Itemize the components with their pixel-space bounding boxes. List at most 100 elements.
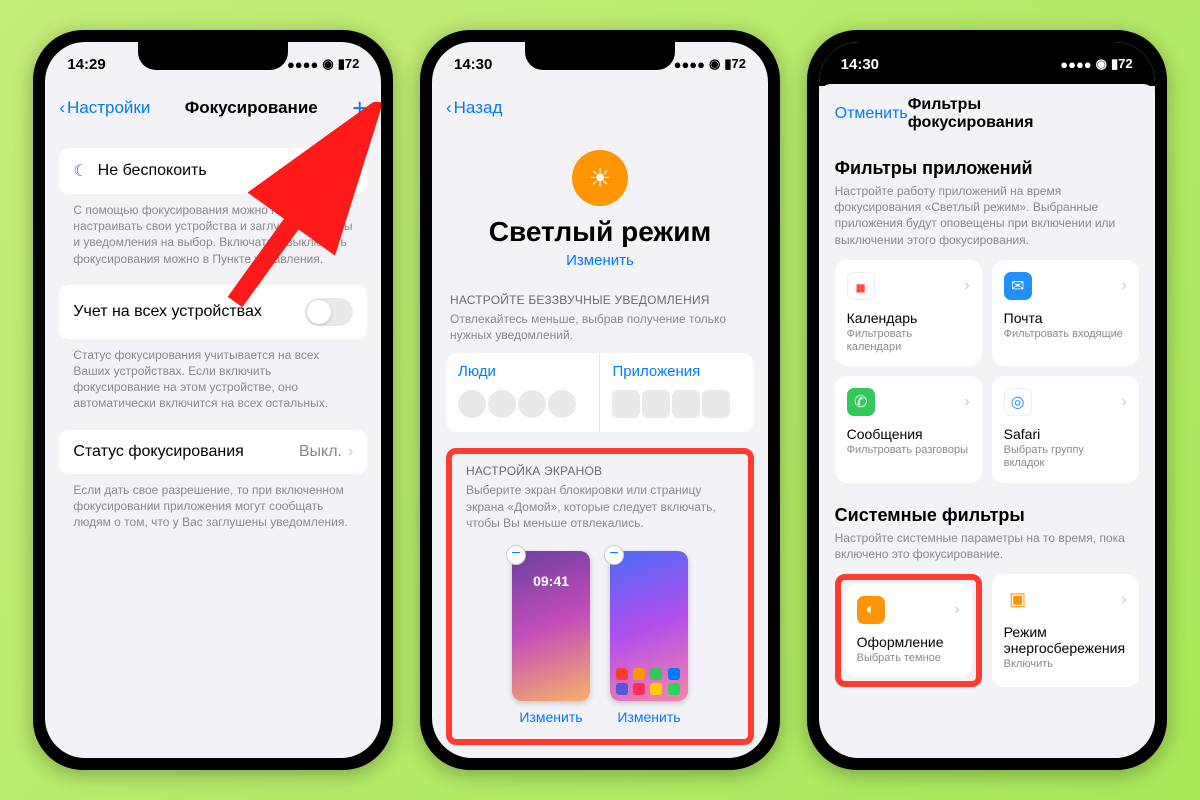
nav-bar: ‹ Настройки Фокусирование + <box>45 86 381 130</box>
card-sub: Фильтровать календари <box>847 328 970 354</box>
autoenable-header: АВТОВКЛЮЧЕНИЕ <box>446 745 754 758</box>
remove-badge-icon[interactable]: − <box>604 545 624 565</box>
cell-signal-icon: ●●●● <box>287 57 318 72</box>
change-focus-link[interactable]: Изменить <box>446 252 754 269</box>
chevron-right-icon: › <box>348 443 353 461</box>
card-title: Почта <box>1004 310 1127 326</box>
dnd-label: Не беспокоить <box>98 162 207 180</box>
app-filters-header: Фильтры приложений <box>835 158 1139 179</box>
battery-icon: ▣ <box>1004 586 1032 614</box>
phone-frame-2: 14:30 ●●●● ◉ ▮72 ‹ Назад ☀ Светлый режим… <box>420 30 780 770</box>
share-description: Статус фокусирования учитывается на всех… <box>59 339 367 430</box>
edit-lock-link[interactable]: Изменить <box>519 709 582 725</box>
card-sub: Фильтровать входящие <box>1004 328 1127 341</box>
system-filters-sub: Настройте системные параметры на то врем… <box>835 530 1139 562</box>
card-title: Safari <box>1004 426 1127 442</box>
status-icons: ●●●● ◉ ▮72 <box>674 56 746 72</box>
chevron-left-icon: ‹ <box>59 98 65 118</box>
screen-previews: − 09:41 Изменить − Изме <box>462 551 738 725</box>
cancel-button[interactable]: Отменить <box>835 105 908 123</box>
mail-icon: ✉ <box>1004 272 1032 300</box>
notch <box>138 42 288 70</box>
lock-screen-preview[interactable]: − 09:41 Изменить <box>508 551 594 725</box>
messages-icon: ✆ <box>847 388 875 416</box>
messages-filter-card[interactable]: ✆ › Сообщения Фильтровать разговоры <box>835 376 982 482</box>
card-title: Режим энергосбережения <box>1004 624 1127 656</box>
status-value: Выкл. <box>299 443 342 461</box>
system-filters-header: Системные фильтры <box>835 505 1139 526</box>
mail-filter-card[interactable]: ✉ › Почта Фильтровать входящие <box>992 260 1139 366</box>
clock: 14:29 <box>67 56 105 73</box>
sheet-body[interactable]: Фильтры приложений Настройте работу прил… <box>819 144 1155 687</box>
focus-mode-icon: ☀ <box>572 150 628 206</box>
back-button[interactable]: ‹ Назад <box>446 98 502 118</box>
back-label: Назад <box>454 98 503 118</box>
safari-icon: ◎ <box>1004 388 1032 416</box>
silent-notif-sub: Отвлекайтесь меньше, выбрав получение то… <box>446 311 754 353</box>
back-label: Настройки <box>67 98 150 118</box>
share-across-devices-row: Учет на всех устройствах <box>59 285 367 339</box>
card-title: Сообщения <box>847 426 970 442</box>
add-button[interactable]: + <box>352 93 367 124</box>
card-sub: Фильтровать разговоры <box>847 444 970 457</box>
dnd-row[interactable]: ☾ Не беспокоить › <box>59 148 367 194</box>
clock: 14:30 <box>841 56 879 73</box>
system-filter-grid: ◐› Оформление Выбрать темное ▣› Режим эн… <box>835 574 1139 687</box>
chevron-right-icon: › <box>1121 277 1126 295</box>
wifi-icon: ◉ <box>709 56 720 72</box>
chevron-right-icon: › <box>954 601 959 619</box>
app-filters-sub: Настройте работу приложений на время фок… <box>835 183 1139 248</box>
screens-sub: Выберите экран блокировки или страницу э… <box>462 482 738 541</box>
status-icons: ●●●● ◉ ▮72 <box>1060 56 1132 72</box>
focus-status-row[interactable]: Статус фокусирования Выкл. › <box>59 430 367 474</box>
nav-bar: ‹ Назад <box>432 86 768 130</box>
appearance-icon: ◐ <box>857 596 885 624</box>
notif-config-box: Люди Приложения <box>446 353 754 432</box>
remove-badge-icon[interactable]: − <box>506 545 526 565</box>
status-label: Статус фокусирования <box>73 443 243 461</box>
share-label: Учет на всех устройствах <box>73 303 262 321</box>
notch <box>525 42 675 70</box>
chevron-right-icon: › <box>964 393 969 411</box>
appearance-filter-card[interactable]: ◐› Оформление Выбрать темное <box>845 584 972 677</box>
sheet-title: Фильтры фокусирования <box>908 96 1086 132</box>
home-screen-preview[interactable]: − Изменить <box>606 551 692 725</box>
card-sub: Выбрать темное <box>857 652 960 665</box>
chevron-left-icon: ‹ <box>446 98 452 118</box>
power-filter-card[interactable]: ▣› Режим энергосбережения Включить <box>992 574 1139 687</box>
share-toggle[interactable] <box>305 298 353 326</box>
lock-time: 09:41 <box>512 573 590 589</box>
chevron-right-icon: › <box>1121 393 1126 411</box>
calendar-filter-card[interactable]: ▦› Календарь Фильтровать календари <box>835 260 982 366</box>
people-label: Люди <box>458 363 588 380</box>
cell-signal-icon: ●●●● <box>674 57 705 72</box>
page-title: Фокусирование <box>185 98 318 118</box>
people-tab[interactable]: Люди <box>446 353 600 432</box>
safari-filter-card[interactable]: ◎› Safari Выбрать группу вкладок <box>992 376 1139 482</box>
screens-header: НАСТРОЙКА ЭКРАНОВ <box>462 464 738 482</box>
screen-2: 14:30 ●●●● ◉ ▮72 ‹ Назад ☀ Светлый режим… <box>432 42 768 758</box>
screen-3: 14:30 ●●●● ◉ ▮72 Отменить Фильтры фокуси… <box>819 42 1155 758</box>
wifi-icon: ◉ <box>322 56 333 72</box>
apps-label: Приложения <box>612 363 742 380</box>
status-description: Если дать свое разрешение, то при включе… <box>59 474 367 549</box>
battery-icon: ▮72 <box>338 56 360 72</box>
phone-frame-1: 14:29 ●●●● ◉ ▮72 ‹ Настройки Фокусирован… <box>33 30 393 770</box>
edit-home-link[interactable]: Изменить <box>617 709 680 725</box>
moon-icon: ☾ <box>73 161 87 181</box>
content-area[interactable]: ☾ Не беспокоить › С помощью фокусировани… <box>45 130 381 758</box>
chevron-right-icon: › <box>964 277 969 295</box>
content-area[interactable]: ☀ Светлый режим Изменить НАСТРОЙТЕ БЕЗЗВ… <box>432 130 768 758</box>
back-button[interactable]: ‹ Настройки <box>59 98 150 118</box>
clock: 14:30 <box>454 56 492 73</box>
status-icons: ●●●● ◉ ▮72 <box>287 56 359 72</box>
people-avatars <box>458 390 588 418</box>
chevron-right-icon: › <box>348 162 353 180</box>
phone-frame-3: 14:30 ●●●● ◉ ▮72 Отменить Фильтры фокуси… <box>807 30 1167 770</box>
silent-notif-header: НАСТРОЙТЕ БЕЗЗВУЧНЫЕ УВЕДОМЛЕНИЯ <box>446 293 754 311</box>
focus-name: Светлый режим <box>446 216 754 248</box>
screen-1: 14:29 ●●●● ◉ ▮72 ‹ Настройки Фокусирован… <box>45 42 381 758</box>
app-filter-grid: ▦› Календарь Фильтровать календари ✉ › По… <box>835 260 1139 483</box>
apps-tab[interactable]: Приложения <box>599 353 754 432</box>
battery-icon: ▮72 <box>1111 56 1133 72</box>
